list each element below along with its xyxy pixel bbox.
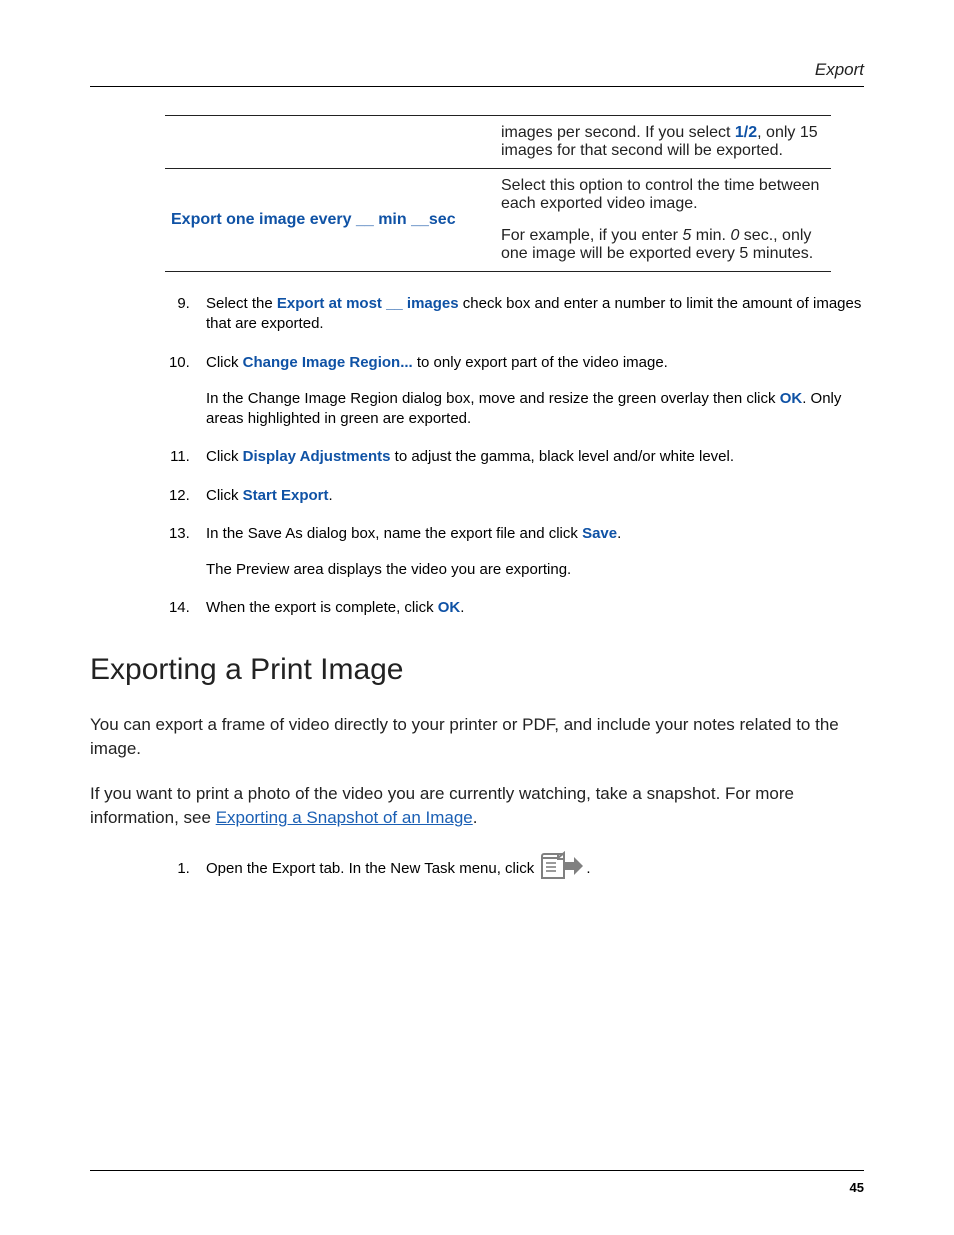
text: . — [617, 525, 621, 542]
text: Click — [206, 448, 243, 465]
list-item: Click Change Image Region... to only exp… — [194, 353, 864, 430]
body-paragraph: If you want to print a photo of the vide… — [90, 782, 864, 831]
text: Select the — [206, 295, 277, 312]
section-heading: Exporting a Print Image — [90, 653, 864, 687]
sub-paragraph: In the Change Image Region dialog box, m… — [206, 389, 864, 430]
header-section-label: Export — [90, 60, 864, 80]
list-item: Open the Export tab. In the New Task men… — [194, 851, 864, 887]
italic-value: 5 — [682, 227, 691, 244]
table-cell-right: images per second. If you select 1/2, on… — [495, 116, 831, 169]
text: For example, if you enter — [501, 227, 682, 244]
text: In the Save As dialog box, name the expo… — [206, 525, 582, 542]
steps-list: Select the Export at most __ images chec… — [194, 294, 864, 619]
bold-term: Save — [582, 525, 617, 542]
text: Click — [206, 354, 243, 371]
text: In the Change Image Region dialog box, m… — [206, 390, 780, 407]
table-cell-right: Select this option to control the time b… — [495, 169, 831, 272]
sub-paragraph: The Preview area displays the video you … — [206, 560, 864, 580]
page: Export images per second. If you select … — [0, 0, 954, 1235]
text: to only export part of the video image. — [413, 354, 668, 371]
text: For example, if you enter 5 min. 0 sec.,… — [501, 227, 825, 263]
bold-term: Export at most __ images — [277, 295, 459, 312]
bold-term: Start Export — [243, 487, 329, 504]
snapshot-link[interactable]: Exporting a Snapshot of an Image — [216, 808, 473, 827]
text: . — [329, 487, 333, 504]
text: Click — [206, 487, 243, 504]
header-rule — [90, 86, 864, 87]
list-item: Select the Export at most __ images chec… — [194, 294, 864, 335]
bold-term: 1/2 — [735, 124, 757, 141]
text: min. — [691, 227, 730, 244]
bold-term: OK — [780, 390, 803, 407]
bold-term: Change Image Region... — [243, 354, 413, 371]
table-row: Export one image every __ min __sec Sele… — [165, 169, 831, 272]
text: Select this option to control the time b… — [501, 177, 825, 213]
page-number: 45 — [850, 1180, 864, 1195]
bold-term: Display Adjustments — [243, 448, 391, 465]
body-paragraph: You can export a frame of video directly… — [90, 713, 864, 762]
list-item: Click Display Adjustments to adjust the … — [194, 447, 864, 467]
text: Open the Export tab. In the New Task men… — [206, 860, 538, 877]
options-table: images per second. If you select 1/2, on… — [165, 115, 831, 272]
text: to adjust the gamma, black level and/or … — [390, 448, 734, 465]
footer-rule — [90, 1170, 864, 1171]
bold-term: OK — [438, 599, 461, 616]
list-item: Click Start Export. — [194, 486, 864, 506]
list-item: When the export is complete, click OK. — [194, 598, 864, 618]
text: . — [586, 860, 590, 877]
text: . — [473, 808, 478, 827]
list-item: In the Save As dialog box, name the expo… — [194, 524, 864, 581]
option-label: Export one image every __ min __sec — [171, 211, 456, 228]
table-row: images per second. If you select 1/2, on… — [165, 116, 831, 169]
text: images per second. If you select — [501, 124, 735, 141]
print-export-icon — [540, 851, 584, 887]
text: . — [460, 599, 464, 616]
table-cell-left: Export one image every __ min __sec — [165, 169, 495, 272]
table-cell-left — [165, 116, 495, 169]
steps-list-2: Open the Export tab. In the New Task men… — [194, 851, 864, 887]
text: When the export is complete, click — [206, 599, 438, 616]
